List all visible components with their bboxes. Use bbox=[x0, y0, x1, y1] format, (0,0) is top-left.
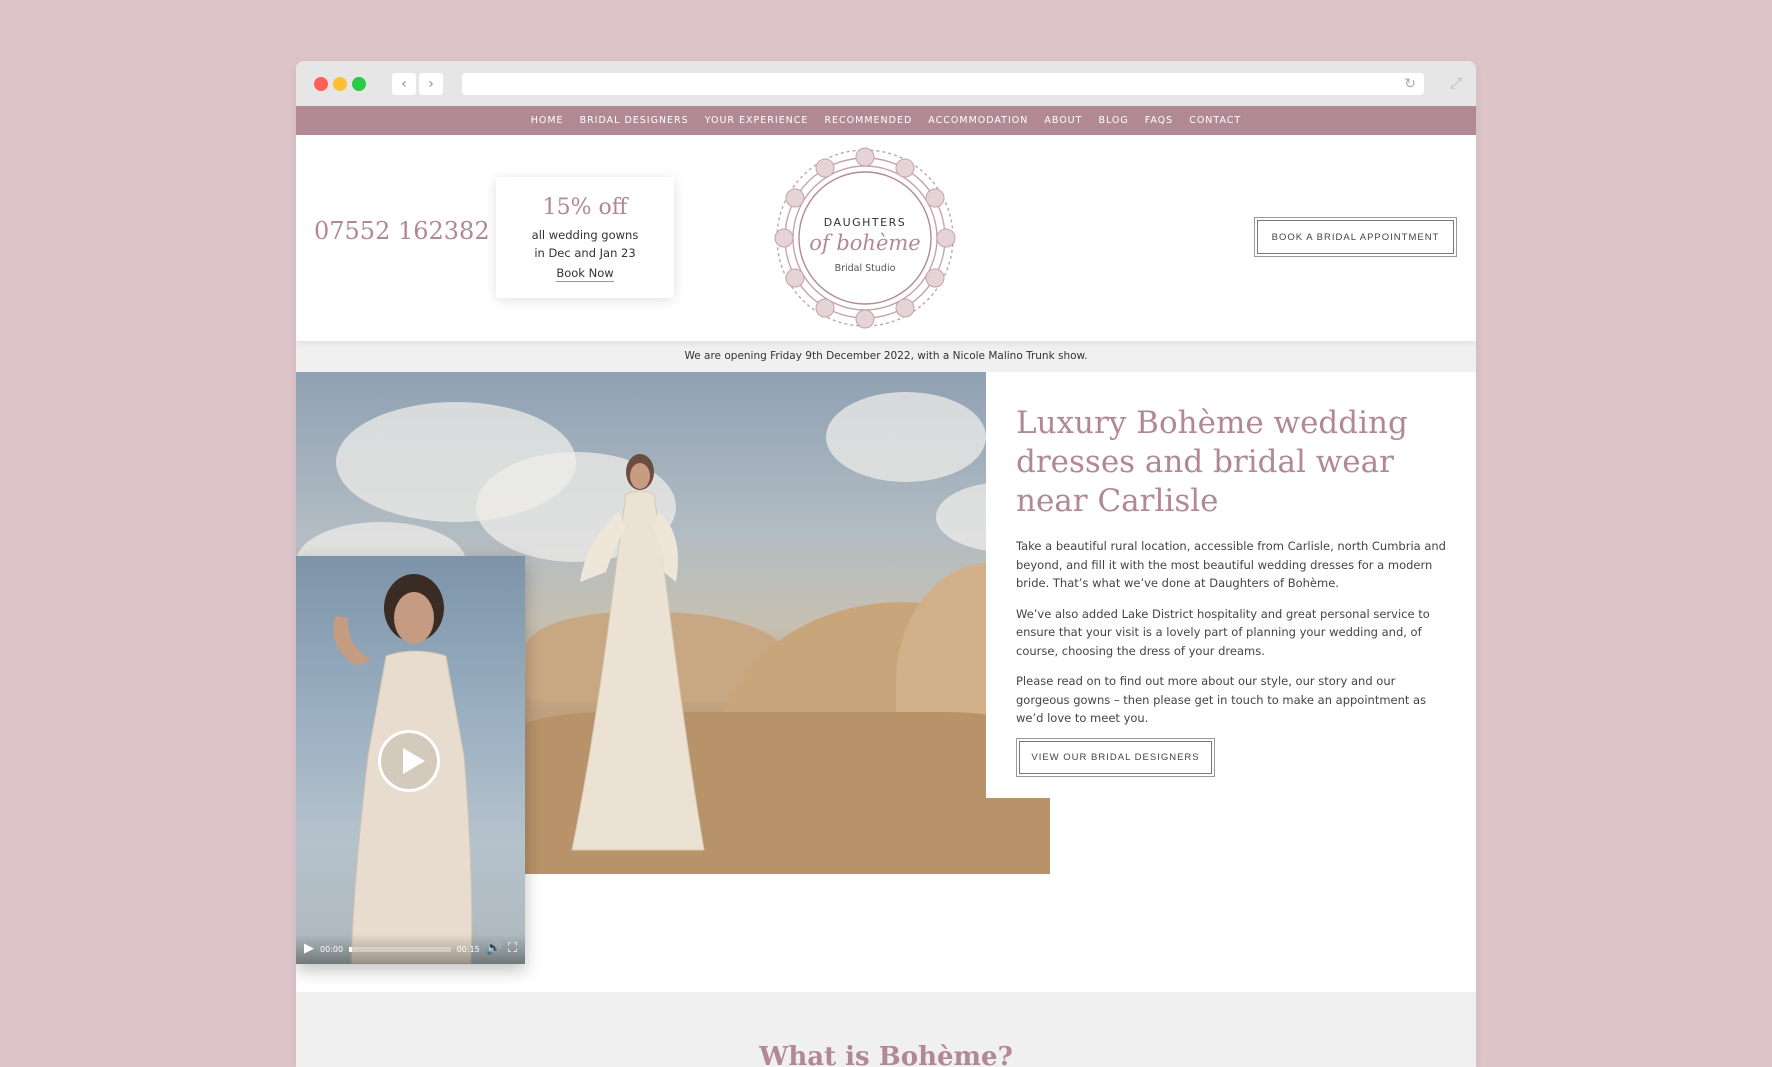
site-header: 07552 162382 15% off all wedding gowns i… bbox=[296, 135, 1476, 341]
announcement-bar: We are opening Friday 9th December 2022,… bbox=[296, 341, 1476, 372]
nav-item-bridal-designers[interactable]: BRIDAL DESIGNERS bbox=[580, 115, 689, 126]
logo-subtitle: Bridal Studio bbox=[834, 263, 896, 274]
book-now-link[interactable]: Book Now bbox=[556, 265, 614, 282]
book-appointment-button[interactable]: BOOK A BRIDAL APPOINTMENT bbox=[1254, 217, 1457, 257]
hero-paragraph: Please read on to find out more about ou… bbox=[1016, 674, 1427, 725]
fullscreen-icon[interactable]: ⛶ bbox=[508, 942, 517, 956]
reload-icon[interactable]: ↻ bbox=[1404, 75, 1416, 93]
minimize-window-button[interactable] bbox=[333, 77, 347, 91]
expand-icon[interactable]: ⤢ bbox=[1450, 73, 1462, 93]
video-current-time: 00:00 bbox=[320, 944, 344, 954]
nav-item-accommodation[interactable]: ACCOMMODATION bbox=[928, 115, 1028, 126]
logo-script: of bohème bbox=[809, 231, 921, 255]
view-designers-button[interactable]: VIEW OUR BRIDAL DESIGNERS bbox=[1016, 737, 1215, 777]
hero-text-panel: Luxury Bohème wedding dresses and bridal… bbox=[986, 372, 1476, 798]
video-progress-bar[interactable] bbox=[349, 946, 451, 952]
nav-item-contact[interactable]: CONTACT bbox=[1189, 115, 1241, 126]
promo-line: in Dec and Jan 23 bbox=[534, 246, 636, 260]
promo-card: 15% off all wedding gowns in Dec and Jan… bbox=[496, 177, 674, 298]
site-logo[interactable]: DAUGHTERS of bohème Bridal Studio bbox=[772, 145, 958, 331]
section-title: What is Bohème? bbox=[759, 1042, 1013, 1067]
hero-headline: Luxury Bohème wedding dresses and bridal… bbox=[1016, 405, 1408, 519]
close-window-button[interactable] bbox=[314, 77, 328, 91]
play-icon[interactable]: ▶ bbox=[304, 942, 314, 956]
bride-figure bbox=[566, 432, 706, 852]
video-player[interactable]: ▶ 00:00 00:15 🔊 ⛶ bbox=[296, 556, 525, 964]
video-duration: 00:15 bbox=[456, 944, 480, 954]
nav-item-blog[interactable]: BLOG bbox=[1098, 115, 1128, 126]
hero-paragraph: We’ve also added Lake District hospitali… bbox=[1016, 606, 1430, 658]
browser-window: ‹ › ↻ ⤢ HOME BRIDAL DESIGNERS YOUR EXPER… bbox=[296, 61, 1476, 1067]
hero-paragraph: Take a beautiful rural location, accessi… bbox=[1016, 539, 1446, 590]
nav-item-home[interactable]: HOME bbox=[531, 115, 564, 126]
nav-item-about[interactable]: ABOUT bbox=[1044, 115, 1082, 126]
nav-item-recommended[interactable]: RECOMMENDED bbox=[824, 115, 912, 126]
address-bar[interactable]: ↻ bbox=[462, 73, 1424, 95]
chevron-left-icon[interactable]: ‹ bbox=[392, 73, 416, 95]
promo-title: 15% off bbox=[542, 195, 628, 220]
about-section: What is Bohème? bbox=[296, 992, 1476, 1067]
hero-section: ▶ 00:00 00:15 🔊 ⛶ Luxury Bohème wedding … bbox=[296, 372, 1476, 992]
top-navigation: HOME BRIDAL DESIGNERS YOUR EXPERIENCE RE… bbox=[296, 106, 1476, 135]
nav-item-your-experience[interactable]: YOUR EXPERIENCE bbox=[705, 115, 809, 126]
volume-icon[interactable]: 🔊 bbox=[486, 942, 502, 956]
promo-line: all wedding gowns bbox=[531, 228, 639, 242]
phone-number[interactable]: 07552 162382 bbox=[314, 217, 490, 245]
browser-chrome: ‹ › ↻ ⤢ bbox=[296, 61, 1476, 106]
chevron-right-icon[interactable]: › bbox=[419, 73, 443, 95]
maximize-window-button[interactable] bbox=[352, 77, 366, 91]
video-progress-fill bbox=[349, 946, 353, 952]
nav-item-faqs[interactable]: FAQS bbox=[1145, 115, 1173, 126]
logo-text: DAUGHTERS bbox=[823, 216, 907, 229]
video-controls: ▶ 00:00 00:15 🔊 ⛶ bbox=[296, 934, 525, 964]
play-icon[interactable] bbox=[378, 730, 440, 792]
